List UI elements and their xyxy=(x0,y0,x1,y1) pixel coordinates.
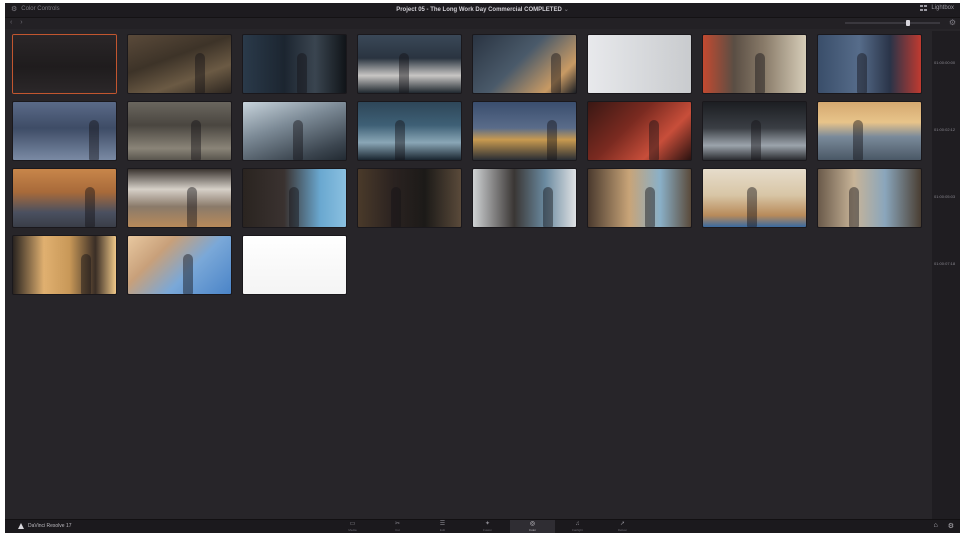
clip-thumbnail[interactable] xyxy=(703,35,806,93)
page-tabs: ▭ Media ✂ Cut ☰ Edit ✦ Fusion ◎ Color ♫ Fairlight ➚ D… xyxy=(330,520,645,533)
clip-thumbnail[interactable] xyxy=(818,35,921,93)
clip-thumbnail[interactable] xyxy=(13,35,116,93)
page-tab-label: Color xyxy=(528,528,537,532)
resolve-logo-icon xyxy=(18,523,24,529)
thumbnail-figure xyxy=(543,187,553,227)
project-title-text: Project 05 - The Long Work Day Commercia… xyxy=(396,7,562,13)
sub-toolbar: ‹ › ⚙ xyxy=(5,18,960,29)
lightbox-label: Lightbox xyxy=(931,5,954,11)
page-navigation-bar: DaVinci Resolve 17 ▭ Media ✂ Cut ☰ Edit ✦ Fusio… xyxy=(5,519,960,533)
clip-thumbnail[interactable] xyxy=(243,169,346,227)
page-tab-label: Fairlight xyxy=(572,528,583,532)
thumbnail-figure xyxy=(297,53,307,93)
thumbnail-figure xyxy=(195,53,205,93)
zoom-slider-handle[interactable] xyxy=(906,20,910,26)
clip-thumbnail[interactable] xyxy=(473,102,576,160)
page-tab-fairlight[interactable]: ♫ Fairlight xyxy=(555,520,600,533)
clip-thumbnail[interactable] xyxy=(128,169,231,227)
thumbnail-figure xyxy=(853,120,863,160)
clip-thumbnail[interactable] xyxy=(13,169,116,227)
thumbnail-figure xyxy=(649,120,659,160)
row-timecode: 01:00:07:18 xyxy=(934,261,956,266)
clip-thumbnail[interactable] xyxy=(128,35,231,93)
clip-thumbnail[interactable] xyxy=(128,102,231,160)
clip-thumbnail[interactable] xyxy=(243,35,346,93)
zoom-slider[interactable] xyxy=(845,20,940,26)
resolve-window: ⚙ Color Controls Project 05 - The Long W… xyxy=(5,3,960,533)
thumbnail-figure xyxy=(81,254,91,294)
grid-icon xyxy=(920,5,928,11)
page-tab-label: Fusion xyxy=(482,528,492,532)
row-timecode: 01:00:02:12 xyxy=(934,127,956,132)
clip-thumbnail[interactable] xyxy=(818,169,921,227)
thumbnail-figure xyxy=(289,187,299,227)
thumbnail-figure xyxy=(85,187,95,227)
clip-thumbnail[interactable] xyxy=(358,102,461,160)
page-tab-deliver[interactable]: ➚ Deliver xyxy=(600,520,645,533)
deliver-page-icon: ➚ xyxy=(619,521,626,527)
chevron-down-icon[interactable]: ⌄ xyxy=(564,7,569,13)
page-tab-media[interactable]: ▭ Media xyxy=(330,520,375,533)
thumbnail-figure xyxy=(395,120,405,160)
color-page-icon: ◎ xyxy=(529,521,536,527)
row-timecode: 01:00:00:00 xyxy=(934,60,956,65)
lightbox-toggle[interactable]: Lightbox xyxy=(920,5,954,11)
cut-page-icon: ✂ xyxy=(394,521,401,527)
nav-arrows[interactable]: ‹ › xyxy=(10,19,26,26)
settings-icon[interactable]: ⚙ xyxy=(948,522,954,530)
timecode-column: 01:00:00:00 01:00:02:12 01:00:05:03 01:00:0… xyxy=(932,31,960,519)
clip-thumbnail[interactable] xyxy=(358,169,461,227)
clip-thumbnail[interactable] xyxy=(818,102,921,160)
clip-thumbnail[interactable] xyxy=(588,169,691,227)
page-tab-cut[interactable]: ✂ Cut xyxy=(375,520,420,533)
clip-thumbnail[interactable] xyxy=(703,102,806,160)
thumbnail-figure xyxy=(187,187,197,227)
thumbnail-figure xyxy=(751,120,761,160)
clip-thumbnail[interactable] xyxy=(13,236,116,294)
clip-thumbnail[interactable] xyxy=(358,35,461,93)
thumbnail-figure xyxy=(645,187,655,227)
page-tab-label: Deliver xyxy=(617,528,628,532)
clip-thumbnail[interactable] xyxy=(243,102,346,160)
app-name: DaVinci Resolve 17 xyxy=(28,523,72,529)
clip-thumbnail[interactable] xyxy=(703,169,806,227)
thumbnail-figure xyxy=(547,120,557,160)
thumbnail-figure xyxy=(391,187,401,227)
thumbnail-figure xyxy=(755,53,765,93)
home-icon[interactable]: ⌂ xyxy=(933,522,937,530)
row-timecode: 01:00:05:03 xyxy=(934,194,956,199)
thumbnail-figure xyxy=(399,53,409,93)
thumbnail-figure xyxy=(183,254,193,294)
project-title: Project 05 - The Long Work Day Commercia… xyxy=(5,6,960,13)
page-tab-fusion[interactable]: ✦ Fusion xyxy=(465,520,510,533)
media-page-icon: ▭ xyxy=(349,521,356,527)
thumbnail-figure xyxy=(191,120,201,160)
thumbnail-figure xyxy=(849,187,859,227)
edit-page-icon: ☰ xyxy=(439,521,446,527)
clip-thumbnail[interactable] xyxy=(473,35,576,93)
clip-thumbnail[interactable] xyxy=(13,102,116,160)
thumbnail-figure xyxy=(747,187,757,227)
clip-thumbnail[interactable] xyxy=(473,169,576,227)
page-tab-edit[interactable]: ☰ Edit xyxy=(420,520,465,533)
clip-thumbnail[interactable] xyxy=(588,35,691,93)
clip-thumbnail[interactable] xyxy=(243,236,346,294)
thumbnail-figure xyxy=(293,120,303,160)
brand: DaVinci Resolve 17 xyxy=(18,523,72,529)
thumbnail-figure xyxy=(89,120,99,160)
page-tab-label: Media xyxy=(348,528,357,532)
thumbnail-figure xyxy=(551,53,561,93)
page-tab-label: Cut xyxy=(395,528,400,532)
thumbnail-figure xyxy=(857,53,867,93)
bottom-right-icons: ⌂ ⚙ xyxy=(933,522,954,530)
fusion-page-icon: ✦ xyxy=(484,521,491,527)
clip-thumbnail[interactable] xyxy=(128,236,231,294)
page-tab-color[interactable]: ◎ Color xyxy=(510,520,555,533)
page-tab-label: Edit xyxy=(439,528,446,532)
title-bar: ⚙ Color Controls Project 05 - The Long W… xyxy=(5,3,960,18)
clip-thumbnail[interactable] xyxy=(588,102,691,160)
options-icon[interactable]: ⚙ xyxy=(949,18,956,27)
fairlight-page-icon: ♫ xyxy=(575,521,580,527)
